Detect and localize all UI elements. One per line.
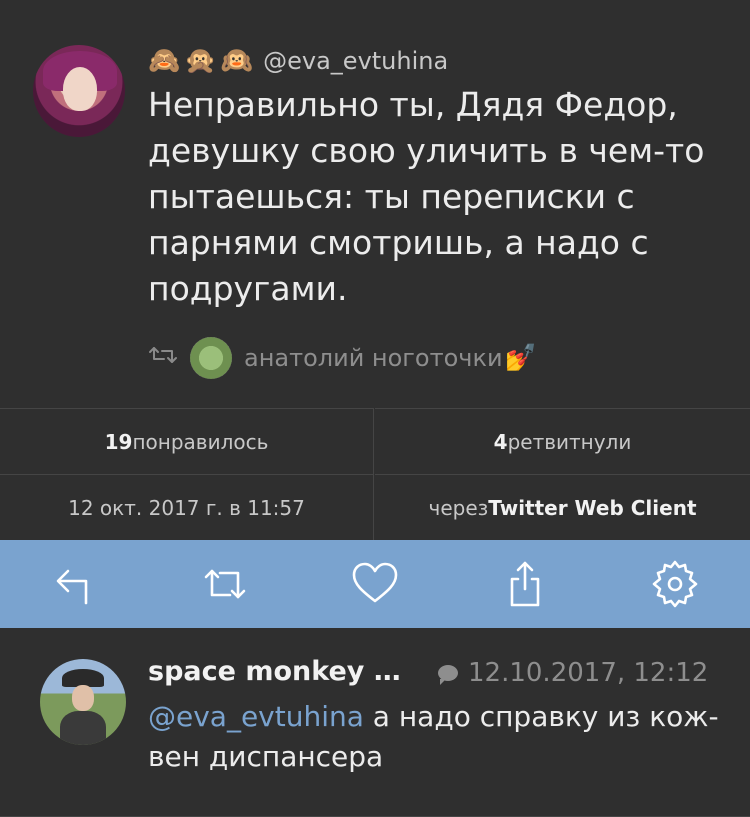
retweets-label: ретвитнули: [507, 429, 632, 454]
author-avatar[interactable]: [33, 45, 125, 137]
hear-no-evil-monkey-emoji: 🙉: [220, 46, 254, 76]
reply-meta: 12.10.2017, 12:12: [438, 656, 708, 690]
retweet-button[interactable]: [190, 549, 260, 619]
reply-timestamp: 12.10.2017, 12:12: [468, 658, 709, 688]
settings-button[interactable]: [640, 549, 710, 619]
action-toolbar: [0, 540, 750, 628]
reply-author-avatar[interactable]: [40, 659, 126, 745]
tweet-text: Неправильно ты, Дядя Федор, девушку свою…: [148, 85, 705, 308]
tweet-date: 12 окт. 2017 г. в 11:57: [0, 474, 374, 540]
reply-button[interactable]: [40, 549, 110, 619]
client-name: Twitter Web Client: [488, 495, 697, 520]
author-handle[interactable]: @eva_evtuhina: [263, 47, 448, 75]
speak-no-evil-monkey-emoji: 🙊: [184, 46, 217, 76]
via-label: через: [428, 495, 489, 520]
likes-label: понравилось: [132, 429, 269, 454]
retweeter-avatar[interactable]: [190, 337, 232, 379]
retweeted-by[interactable]: анатолий ноготочки 💅: [146, 337, 537, 379]
see-no-evil-monkey-emoji: 🙈: [148, 46, 181, 76]
likes-number: 19: [104, 429, 133, 454]
retweets-number: 4: [493, 429, 508, 454]
retweet-small-icon: [146, 344, 190, 372]
date-text: 12 окт. 2017 г. в 11:57: [68, 495, 305, 520]
reply-mention[interactable]: @eva_evtuhina: [148, 700, 364, 733]
heart-icon: [352, 562, 398, 603]
author-line: 🙈 🙊 🙉 @eva_evtuhina: [148, 43, 448, 79]
reply-icon: [56, 569, 88, 605]
main-tweet: 🙈 🙊 🙉 @eva_evtuhina Неправильно ты, Дядя…: [0, 0, 750, 408]
comment-bubble-icon: [438, 665, 458, 685]
tweet-stats: 19 понравилось 4 ретвитнули 12 окт. 2017…: [0, 408, 750, 540]
reply-text: @eva_evtuhina а надо справку из кож-вен …: [148, 697, 728, 777]
retweeter-name[interactable]: анатолий ноготочки: [244, 344, 503, 372]
likes-count[interactable]: 19 понравилось: [0, 408, 374, 474]
like-button[interactable]: [340, 549, 410, 619]
tweet-source[interactable]: через Twitter Web Client: [375, 474, 750, 540]
retweet-icon: [204, 569, 246, 599]
share-icon: [510, 561, 540, 607]
retweets-count[interactable]: 4 ретвитнули: [375, 408, 750, 474]
reply-author-name[interactable]: space monkey …: [148, 656, 401, 687]
share-button[interactable]: [490, 549, 560, 619]
nail-polish-emoji: 💅: [504, 343, 537, 373]
gear-icon: [652, 560, 698, 608]
